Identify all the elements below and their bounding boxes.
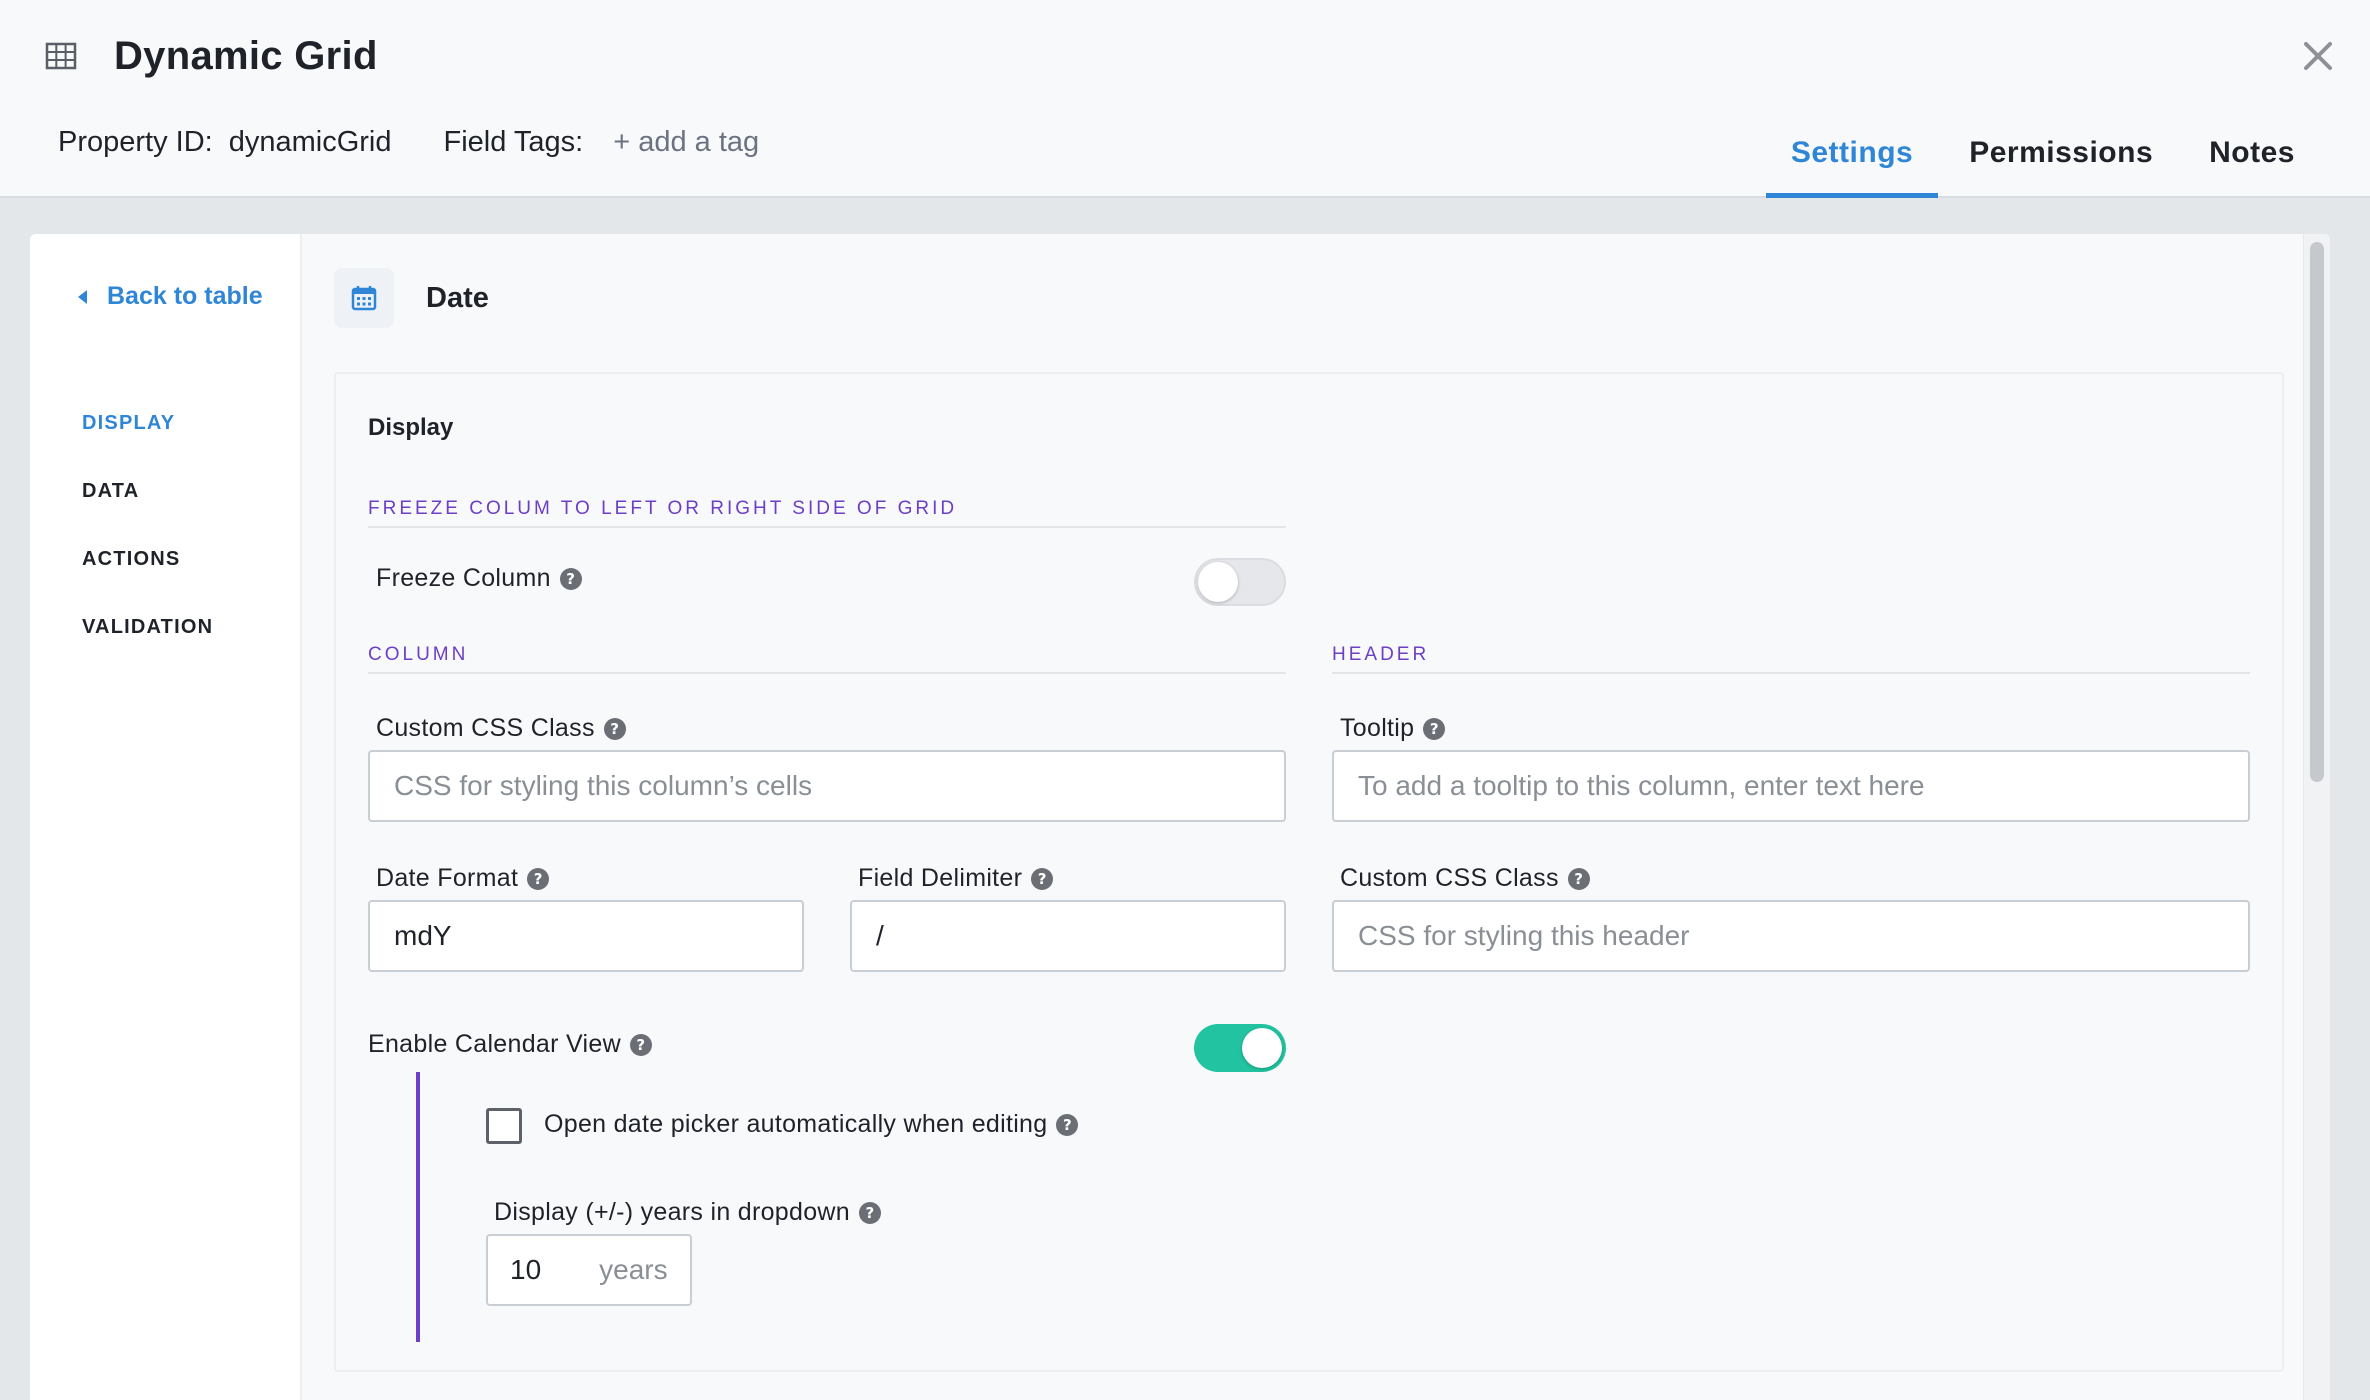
field-delimiter-text: Field Delimiter (858, 864, 1023, 892)
freeze-column-toggle[interactable] (1194, 558, 1286, 606)
help-icon[interactable]: ? (559, 567, 582, 590)
years-label: Display (+/-) years in dropdown ? (494, 1198, 881, 1227)
back-to-table-label: Back to table (107, 282, 263, 310)
freeze-column-text: Freeze Column (376, 564, 551, 592)
grid-icon (44, 39, 78, 73)
help-icon[interactable]: ? (1567, 867, 1590, 890)
tooltip-text: Tooltip (1340, 714, 1415, 742)
field-tags-label: Field Tags: (443, 126, 584, 158)
column-type-title: Date (426, 281, 489, 314)
caret-left-icon (78, 289, 87, 304)
calendar-icon (334, 268, 394, 328)
settings-panel: Back to table DISPLAY DATA ACTIONS VALID… (30, 234, 2330, 1400)
tab-bar: Settings Permissions Notes (1760, 104, 2320, 198)
body-area: Back to table DISPLAY DATA ACTIONS VALID… (0, 198, 2370, 1400)
help-icon[interactable]: ? (858, 1201, 881, 1224)
header-section-label: HEADER (1332, 644, 1430, 665)
years-value: 10 (510, 1254, 542, 1285)
scrollbar-thumb[interactable] (2310, 242, 2324, 782)
tooltip-input[interactable]: To add a tooltip to this column, enter t… (1332, 750, 2250, 822)
help-icon[interactable]: ? (1056, 1113, 1079, 1136)
toggle-knob (1198, 562, 1238, 602)
help-icon[interactable]: ? (603, 717, 626, 740)
sidebar-item-data[interactable]: DATA (82, 480, 213, 548)
date-format-text: Date Format (376, 864, 519, 892)
sidebar-nav: DISPLAY DATA ACTIONS VALIDATION (82, 412, 213, 684)
tab-notes[interactable]: Notes (2184, 104, 2320, 198)
calendar-view-toggle[interactable] (1194, 1024, 1286, 1072)
property-id-label: Property ID: (58, 126, 213, 158)
tab-settings[interactable]: Settings (1765, 104, 1939, 198)
date-format-input[interactable]: mdY (368, 900, 804, 972)
help-icon[interactable]: ? (1031, 867, 1054, 890)
sidebar-item-validation[interactable]: VALIDATION (82, 616, 213, 684)
toggle-knob (1242, 1028, 1282, 1068)
date-format-label: Date Format ? (376, 864, 550, 893)
sidebar: Back to table DISPLAY DATA ACTIONS VALID… (30, 234, 302, 1400)
years-input[interactable]: 10 years (486, 1234, 692, 1306)
help-icon[interactable]: ? (629, 1033, 652, 1056)
freeze-column-label: Freeze Column ? (376, 564, 582, 593)
scrollbar[interactable] (2303, 234, 2330, 1400)
page-title: Dynamic Grid (114, 33, 378, 78)
meta-row: Property ID: dynamicGrid Field Tags: + a… (58, 126, 759, 159)
header-css-input[interactable]: CSS for styling this header (1332, 900, 2250, 972)
open-picker-label: Open date picker automatically when edit… (544, 1110, 1079, 1139)
section-divider (1332, 672, 2250, 674)
header-css-label: Custom CSS Class ? (1340, 864, 1590, 893)
open-picker-text: Open date picker automatically when edit… (544, 1110, 1048, 1138)
main-content: Date Display FREEZE COLUM TO LEFT OR RIG… (302, 234, 2312, 1400)
property-id-value: dynamicGrid (228, 126, 392, 158)
title-row: Dynamic Grid (44, 28, 378, 84)
add-tag-link[interactable]: + add a tag (613, 126, 759, 159)
display-card: Display FREEZE COLUM TO LEFT OR RIGHT SI… (334, 372, 2284, 1372)
back-to-table-link[interactable]: Back to table (78, 282, 263, 311)
field-delimiter-label: Field Delimiter ? (858, 864, 1054, 893)
tooltip-label: Tooltip ? (1340, 714, 1446, 743)
column-heading: Date (334, 268, 489, 328)
section-divider (368, 526, 1286, 528)
help-icon[interactable]: ? (527, 867, 550, 890)
calendar-view-label: Enable Calendar View ? (368, 1030, 652, 1059)
close-icon[interactable] (2300, 38, 2336, 74)
column-css-text: Custom CSS Class (376, 714, 595, 742)
tab-permissions[interactable]: Permissions (1944, 104, 2178, 198)
column-css-input[interactable]: CSS for styling this column’s cells (368, 750, 1286, 822)
sidebar-item-actions[interactable]: ACTIONS (82, 548, 213, 616)
column-css-label: Custom CSS Class ? (376, 714, 626, 743)
field-delimiter-input[interactable]: / (850, 900, 1286, 972)
calendar-view-text: Enable Calendar View (368, 1030, 621, 1058)
column-section-label: COLUMN (368, 644, 469, 665)
years-unit: years (599, 1254, 668, 1285)
section-divider (368, 672, 1286, 674)
dialog-header: Dynamic Grid Property ID: dynamicGrid Fi… (0, 0, 2370, 198)
header-css-text: Custom CSS Class (1340, 864, 1559, 892)
freeze-section-label: FREEZE COLUM TO LEFT OR RIGHT SIDE OF GR… (368, 498, 958, 519)
nested-options-bar (416, 1072, 420, 1342)
years-text: Display (+/-) years in dropdown (494, 1198, 850, 1226)
open-picker-checkbox[interactable] (486, 1108, 522, 1144)
help-icon[interactable]: ? (1423, 717, 1446, 740)
sidebar-item-display[interactable]: DISPLAY (82, 412, 213, 480)
card-title: Display (368, 414, 454, 441)
